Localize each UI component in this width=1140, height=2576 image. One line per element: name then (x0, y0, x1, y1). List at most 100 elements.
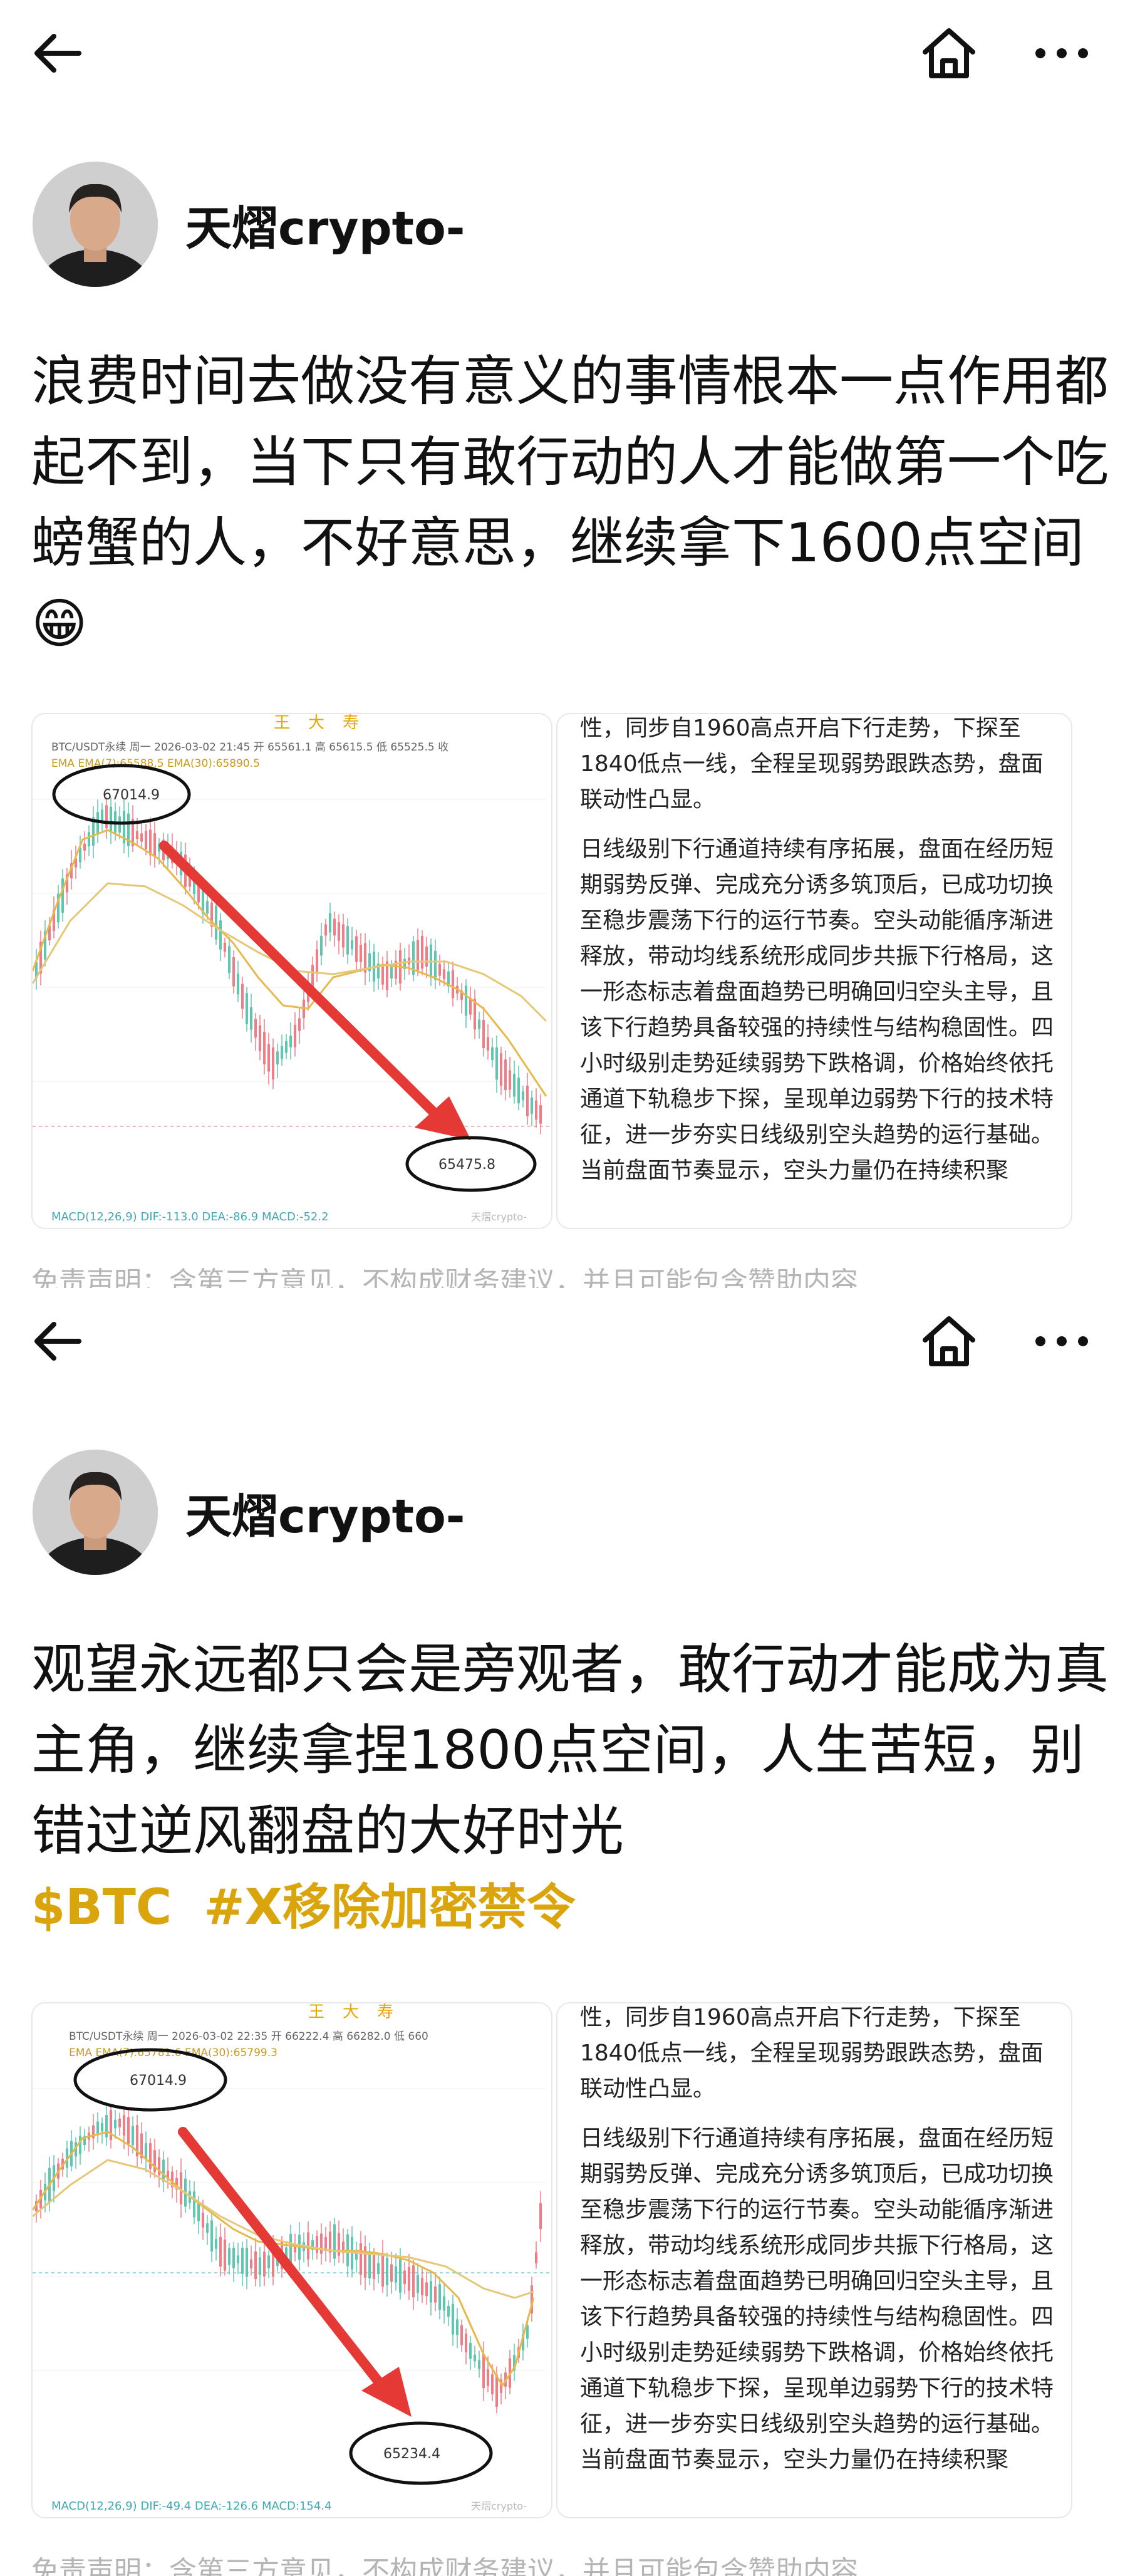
more-options-button[interactable] (1027, 19, 1096, 88)
candle-body (263, 1032, 266, 1064)
arrow-left-icon (34, 1322, 81, 1361)
candle-body (237, 2255, 239, 2263)
avatar[interactable] (33, 162, 158, 287)
candle-body (88, 832, 90, 846)
chart-image[interactable]: 王 大 寿 BTC/USDT永续 周一 2026-03-02 22:35 开 6… (31, 2002, 552, 2518)
candle-body (513, 1074, 516, 1097)
candle-body (118, 2118, 121, 2127)
author-name[interactable]: 天熠crypto- (185, 191, 465, 258)
candle-body (360, 2243, 362, 2275)
candle-body (316, 2236, 318, 2253)
candle-body (294, 1024, 296, 1047)
candle-body (425, 2282, 428, 2297)
avatar[interactable] (33, 1450, 158, 1575)
candle-body (228, 946, 231, 973)
post-media[interactable]: 王 大 寿 BTC/USDT永续 周一 2026-03-02 21:45 开 6… (31, 713, 1072, 1229)
candle-body (421, 936, 423, 969)
candle-body (197, 2203, 200, 2221)
chart-watermark: 天熠crypto- (471, 2500, 527, 2512)
candle-body (360, 945, 362, 962)
back-button[interactable] (23, 19, 91, 88)
chart-high-label: 67014.9 (103, 787, 160, 803)
candle-body (105, 2115, 108, 2137)
text-card[interactable]: 性，同步自1960高点开启下行走势，下探至1840低点一线，全程呈现弱势跟跌态势… (556, 2002, 1072, 2518)
author-row[interactable]: 天熠crypto- (33, 1450, 465, 1575)
chart-top-label: 寿 (377, 2003, 393, 2022)
home-button[interactable] (915, 19, 983, 88)
back-button[interactable] (23, 1307, 91, 1376)
candle-body (206, 901, 209, 914)
candle-body (443, 2296, 445, 2311)
candle-body (495, 2374, 498, 2407)
candle-body (452, 970, 454, 999)
candle-body (443, 969, 445, 979)
chart-top-label: 王 (308, 2003, 324, 2022)
candle-body (110, 2110, 112, 2141)
card-paragraph: 性，同步自1960高点开启下行走势，下探至1840低点一线，全程呈现弱势跟跌态势… (580, 715, 1044, 813)
candle-body (474, 2354, 476, 2362)
chart-low-label: 65234.4 (383, 2446, 440, 2462)
candle-body (114, 2119, 117, 2129)
candle-body (377, 2263, 380, 2275)
candle-body (522, 1091, 524, 1101)
candle-body (417, 2275, 419, 2293)
candle-body (403, 2270, 406, 2285)
top-nav-bar (0, 1288, 1140, 1394)
candle-body (487, 1037, 489, 1051)
candle-body (469, 2342, 472, 2359)
more-options-button[interactable] (1027, 1307, 1096, 1376)
more-dots-icon (1035, 1336, 1088, 1346)
candle-body (153, 833, 156, 857)
author-name[interactable]: 天熠crypto- (185, 1479, 465, 1546)
candle-body (346, 926, 349, 955)
chart-header: BTC/USDT永续 周一 2026-03-02 22:35 开 66222.4… (69, 2030, 428, 2043)
text-card[interactable]: 性，同步自1960高点开启下行走势，下探至1840低点一线，全程呈现弱势跟跌态势… (556, 713, 1072, 1229)
candle-body (298, 1018, 301, 1031)
candle-body (465, 985, 467, 1016)
candle-body (504, 1059, 507, 1091)
candle-body (241, 2248, 244, 2274)
candle-body (425, 946, 428, 967)
candle-body (123, 2115, 125, 2136)
arrow-left-icon (34, 34, 81, 73)
candle-body (79, 2136, 81, 2154)
candle-body (285, 1041, 288, 1053)
candle-body (373, 2255, 375, 2279)
candle-body (149, 2143, 152, 2169)
candle-body (101, 809, 103, 822)
post: 天熠crypto- 观望永远都只会是旁观者，敢行动才能成为真主角，继续拿捏180… (0, 1288, 1140, 2576)
tag-x-crypto-ban[interactable]: #X移除加密禁令 (204, 1879, 576, 1936)
candle-body (355, 936, 358, 962)
candle-body (324, 2236, 327, 2249)
candle-body (136, 831, 138, 839)
candle-body (210, 2220, 213, 2251)
candle-body (478, 1019, 480, 1029)
home-button[interactable] (915, 1307, 983, 1376)
candle-body (140, 833, 143, 842)
candle-body (381, 966, 384, 985)
chart-top-label: 大 (308, 714, 324, 732)
candle-body (96, 812, 99, 835)
chart-image[interactable]: 王 大 寿 BTC/USDT永续 周一 2026-03-02 21:45 开 6… (31, 713, 552, 1229)
candle-body (535, 2252, 537, 2263)
candle-body (526, 1086, 529, 1116)
candle-body (324, 924, 327, 936)
home-icon (923, 28, 975, 78)
author-row[interactable]: 天熠crypto- (33, 162, 465, 287)
tag-btc[interactable]: $BTC (31, 1879, 172, 1936)
post-media[interactable]: 王 大 寿 BTC/USDT永续 周一 2026-03-02 22:35 开 6… (31, 2002, 1072, 2518)
candle-body (452, 2303, 454, 2335)
candle-body (434, 950, 437, 980)
candle-body (395, 2266, 397, 2283)
candle-body (482, 2354, 485, 2389)
candle-body (272, 1047, 274, 1079)
candle-body (509, 1070, 511, 1090)
candle-body (316, 949, 318, 974)
candle-body (338, 922, 340, 941)
candle-body (351, 940, 353, 950)
candle-body (219, 2236, 222, 2267)
card-paragraph: 性，同步自1960高点开启下行走势，下探至1840低点一线，全程呈现弱势跟跌态势… (580, 2005, 1044, 2102)
candle-body (132, 2126, 134, 2146)
candle-body (456, 2319, 459, 2335)
candle-body (250, 2259, 252, 2268)
